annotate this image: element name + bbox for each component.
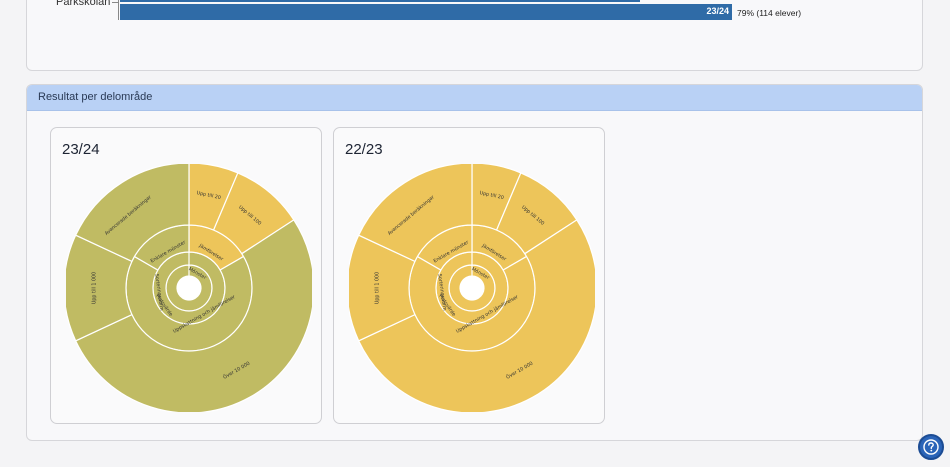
sunburst-card-2223: 22/23 Mönster Enklare mönster Jämförelser S…: [333, 127, 605, 424]
sunburst-chart[interactable]: MönsterEnklare mönster JämförelserSorteri…: [349, 164, 595, 412]
school-label: Parkskolan: [56, 0, 111, 8]
help-button[interactable]: [918, 434, 944, 460]
label-outer-3: Upp till 1 000: [92, 272, 98, 304]
sunburst-chart[interactable]: MönsterEnklare mönster JämförelserSorteri…: [66, 164, 312, 412]
chart-axis: [118, 0, 119, 20]
previous-year-bar: [120, 0, 640, 2]
chart-title: 22/23: [345, 141, 383, 158]
sunburst-card-2324: 23/24 Mönster Enklare mönster Jämförelser S…: [50, 127, 322, 424]
bar-year-label: 23/24: [706, 6, 729, 16]
sunburst-center: [177, 276, 201, 300]
question-icon: [923, 439, 939, 455]
results-per-area-panel: Resultat per delområde 23/24 Mönster Enkl…: [26, 84, 923, 441]
axis-tick: [112, 2, 118, 3]
label-outer-3: Upp till 1 000: [375, 272, 381, 304]
sunburst-center: [460, 276, 484, 300]
chart-title: 23/24: [62, 141, 100, 158]
result-bar[interactable]: 23/24: [120, 4, 732, 20]
bar-value-label: 79% (114 elever): [737, 8, 802, 18]
panel-header: Resultat per delområde: [27, 85, 922, 111]
